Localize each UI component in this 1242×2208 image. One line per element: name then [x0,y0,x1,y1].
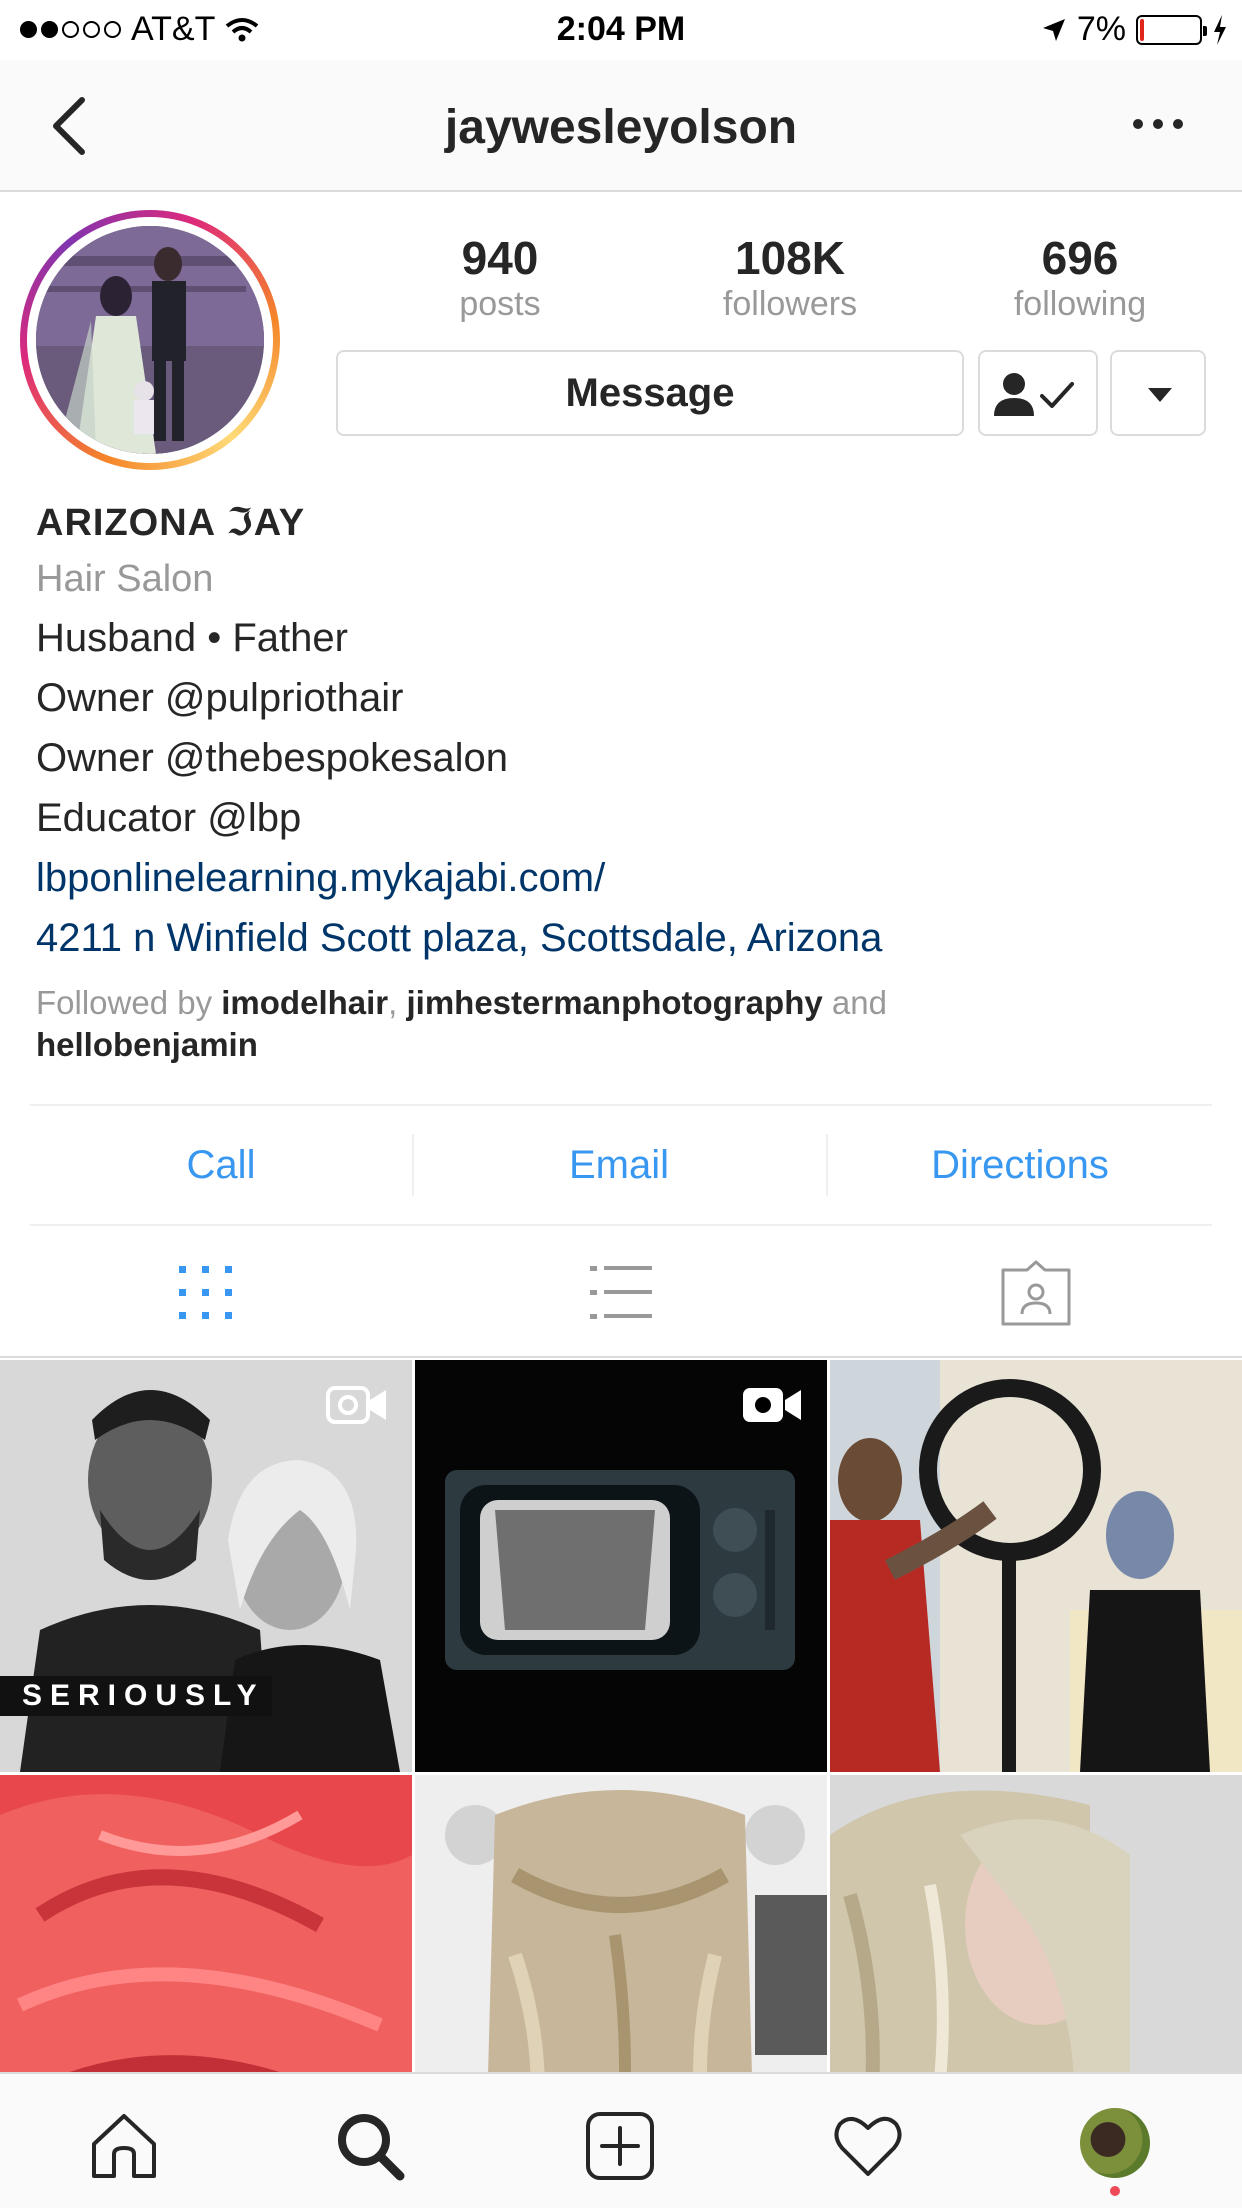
follower-name[interactable]: hellobenjamin [36,1026,258,1063]
following-button[interactable] [978,350,1098,436]
bio-line-mention-pulpriothair[interactable]: Owner @pulpriothair [36,668,1216,728]
following-check-icon [994,373,1074,416]
charging-bolt-icon [1214,14,1226,45]
bio-line-mention-thebespokesalon[interactable]: Owner @thebespokesalon [36,728,1216,788]
following-label: following [1013,285,1147,323]
search-icon[interactable] [334,2110,406,2182]
profile-username: jaywesleyolson [444,101,798,154]
profile-avatar[interactable] [20,210,280,470]
status-right: 7% [1041,10,1228,49]
stat-following[interactable]: 696 following [960,232,1200,324]
bottom-tab-bar [0,2072,1242,2208]
posts-label: posts [459,285,541,323]
grid-post[interactable] [415,1775,827,2072]
followers-label: followers [722,285,858,323]
followed-by-and: and [831,984,887,1021]
navigation-bar: jaywesleyolson [0,60,1242,192]
more-icon[interactable] [1128,112,1188,136]
bio-line-mention-lbp[interactable]: Educator @lbp [36,788,1216,848]
profile-bio: ARIZONA ℑAY Hair Salon Husband • Father … [36,496,1216,1066]
location-arrow-icon [1042,18,1065,41]
profile-photo [36,226,264,454]
grid-post[interactable] [0,1775,412,2072]
post-overlay-text: SERIOUSLY [0,1676,272,1716]
business-category: Hair Salon [36,558,214,600]
battery-level-fill [1140,18,1144,41]
grid-post[interactable] [415,1360,827,1772]
grid-icon[interactable] [161,1258,251,1328]
directions-button[interactable]: Directions [828,1106,1212,1224]
video-icon [326,1386,386,1424]
status-bar: AT&T 2:04 PM 7% [0,0,1242,60]
followed-by-prefix: Followed by [36,984,213,1021]
followers-count: 108K [735,232,845,284]
followed-by[interactable]: Followed by imodelhair, jimhestermanphot… [36,982,1216,1066]
contact-options: Call Email Directions [30,1104,1212,1226]
suggested-dropdown-button[interactable] [1110,350,1206,436]
home-icon[interactable] [88,2110,160,2182]
call-button[interactable]: Call [30,1106,412,1224]
video-icon [743,1388,801,1422]
message-button[interactable]: Message [336,350,964,436]
grid-post[interactable]: SERIOUSLY [0,1360,412,1772]
list-icon[interactable] [576,1258,666,1328]
profile-full-name: ARIZONA ℑAY [36,502,306,544]
address-link[interactable]: 4211 n Winfield Scott plaza, Scottsdale,… [36,908,1216,968]
add-icon[interactable] [584,2110,656,2182]
battery-icon [1136,14,1207,45]
follower-name[interactable]: imodelhair [221,984,388,1021]
grid-post[interactable] [830,1360,1242,1772]
posts-count: 940 [461,232,539,284]
profile-view-tabs [0,1228,1242,1358]
website-link[interactable]: lbponlinelearning.mykajabi.com/ [36,848,1216,908]
email-button[interactable]: Email [414,1106,824,1224]
notification-dot [1110,2186,1120,2196]
profile-tab-avatar[interactable] [1080,2108,1150,2178]
battery-percent: 7% [1076,10,1126,48]
photo-grid: SERIOUSLY [0,1360,1242,2072]
grid-post[interactable] [830,1775,1242,2072]
following-count: 696 [1041,232,1119,284]
heart-icon[interactable] [832,2110,904,2182]
stat-posts[interactable]: 940 posts [380,232,620,324]
bio-line: Husband • Father [36,616,348,660]
tagged-icon[interactable] [991,1258,1081,1328]
stat-followers[interactable]: 108K followers [670,232,910,324]
follower-name[interactable]: jimhestermanphotography [406,984,822,1021]
dropdown-arrow-icon [1148,388,1172,402]
